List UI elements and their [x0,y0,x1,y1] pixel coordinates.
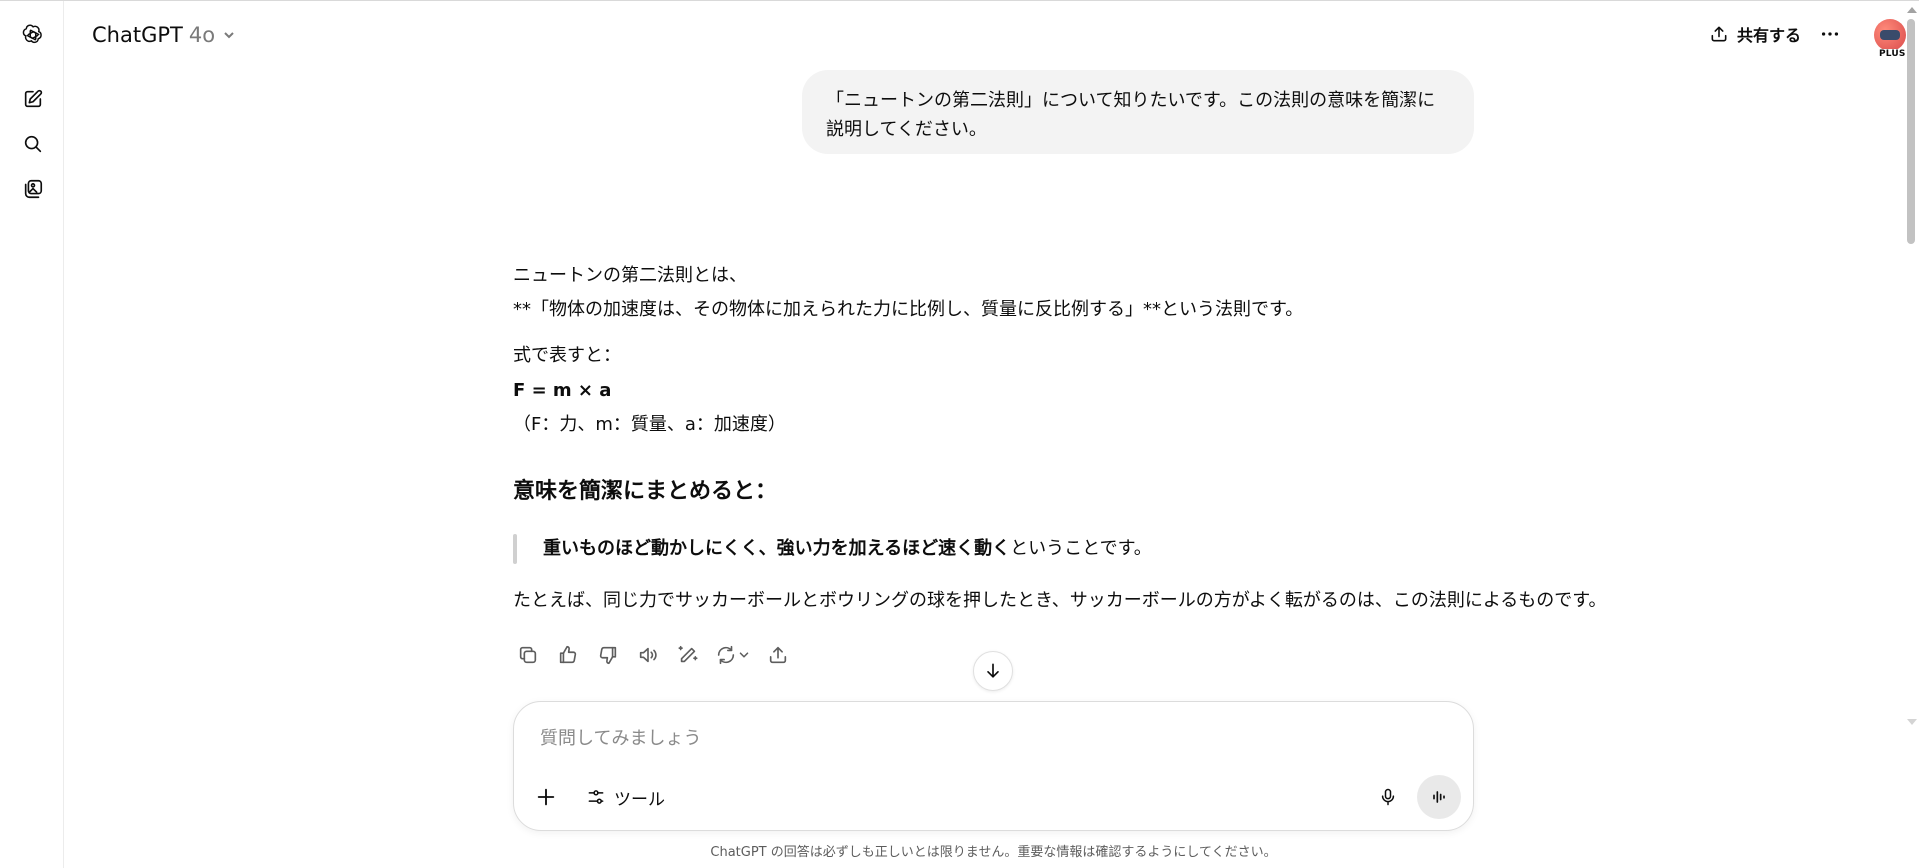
thumbs-up-icon [559,645,577,664]
blockquote-rest: ということです。 [1010,538,1152,559]
more-options-button[interactable] [1812,16,1848,52]
edit-canvas-icon [678,645,698,663]
composer: ツール [513,701,1474,831]
user-message-bubble: 「ニュートンの第二法則」について知りたいです。この法則の意味を簡潔に説明してくだ… [802,70,1474,154]
scroll-up-arrow-icon[interactable] [1907,7,1917,13]
arrow-down-icon [987,663,999,678]
chevron-down-icon [739,652,749,658]
tools-label: ツール [614,789,665,810]
left-rail [0,1,64,868]
openai-logo-icon[interactable] [14,16,52,54]
scrollbar[interactable] [1903,1,1919,868]
thumbs-down-button[interactable] [590,637,626,673]
message-actions [510,637,796,673]
prompt-input[interactable] [540,720,1420,756]
plus-icon [537,788,555,806]
read-aloud-button[interactable] [630,637,666,673]
regenerate-icon [717,645,735,665]
avatar[interactable] [1874,19,1906,51]
dictate-button[interactable] [1370,779,1406,815]
scroll-down-arrow-icon[interactable] [1907,719,1917,725]
assistant-line-definition: **「物体の加速度は、その物体に加えられた力に比例し、質量に反比例する」**とい… [513,299,1304,320]
top-header: ChatGPT 4o 共有する PLUS [64,1,1919,67]
copy-icon [519,646,537,664]
share-label: 共有する [1737,26,1802,45]
share-icon [769,646,787,664]
share-response-button[interactable] [760,637,796,673]
read-aloud-icon [639,647,657,663]
formula-legend: （F：力、m：質量、a：加速度） [513,414,786,435]
example-paragraph: たとえば、同じ力でサッカーボールとボウリングの球を押したとき、サッカーボールの方… [513,590,1607,611]
search-icon[interactable] [14,125,52,163]
add-attachment-button[interactable] [528,779,564,815]
chevron-down-icon [224,32,234,39]
sliders-icon [588,790,604,804]
copy-button[interactable] [510,637,546,673]
model-version: 4o [188,23,216,47]
model-switcher[interactable]: ChatGPT 4o [86,17,243,53]
more-horizontal-icon [1821,32,1839,36]
thumbs-down-icon [599,646,617,665]
blockquote-bar [513,534,517,564]
microphone-icon [1381,788,1395,806]
blockquote-bold: 重いものほど動かしにくく、強い力を加えるほど速く動く [543,538,1011,559]
assistant-line-intro: ニュートンの第二法則とは、 [513,265,747,286]
scroll-to-bottom-button[interactable] [973,651,1013,691]
model-name: ChatGPT [92,23,183,47]
edit-canvas-button[interactable] [670,637,706,673]
share-button[interactable]: 共有する [1699,16,1811,52]
disclaimer-note: ChatGPT の回答は必ずしも正しいとは限りません。重要な情報は確認するように… [710,845,1277,860]
voice-mode-button[interactable] [1417,775,1461,819]
new-chat-icon[interactable] [14,80,52,118]
formula-intro: 式で表すと： [513,345,621,366]
share-icon [1711,26,1727,42]
library-icon[interactable] [14,170,52,208]
formula: F = m × a [513,380,612,401]
thumbs-up-button[interactable] [550,637,586,673]
blockquote: 重いものほど動かしにくく、強い力を加えるほど速く動くということです。 [543,534,1152,564]
voice-waveform-icon [1433,791,1445,803]
summary-heading: 意味を簡潔にまとめると： [513,479,778,504]
tools-button[interactable]: ツール [578,779,673,815]
scroll-thumb[interactable] [1907,19,1915,244]
regenerate-button[interactable] [710,637,756,673]
